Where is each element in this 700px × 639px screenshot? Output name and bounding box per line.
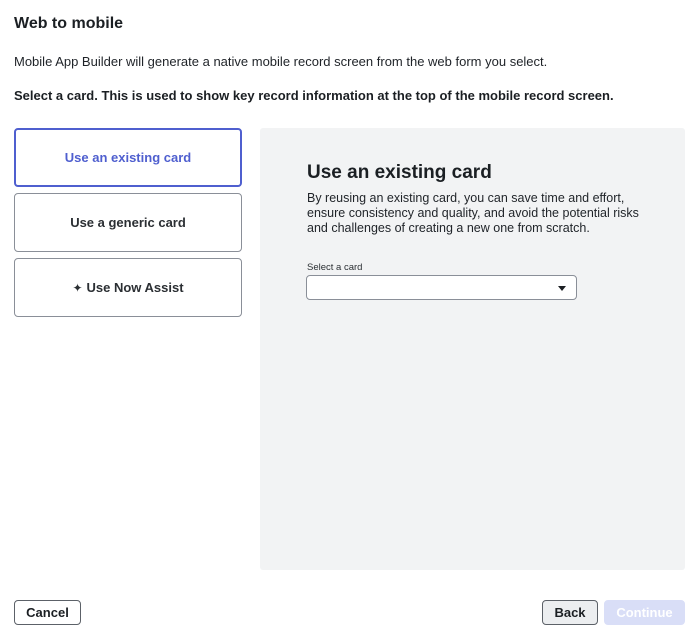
sparkle-icon: ✦ — [72, 280, 83, 295]
card-options-list: Use an existing card Use a generic card … — [14, 128, 242, 323]
instruction-text: Select a card. This is used to show key … — [14, 88, 614, 103]
back-button[interactable]: Back — [542, 600, 598, 625]
web-to-mobile-dialog: Web to mobile Mobile App Builder will ge… — [0, 0, 700, 639]
page-title: Web to mobile — [14, 15, 124, 32]
option-now-assist-label: Use Now Assist — [86, 280, 184, 295]
select-card-label: Select a card — [307, 262, 363, 273]
option-existing-card[interactable]: Use an existing card — [14, 128, 242, 187]
select-card-dropdown[interactable] — [306, 275, 577, 300]
continue-button[interactable]: Continue — [604, 600, 685, 625]
option-generic-card[interactable]: Use a generic card — [14, 193, 242, 252]
option-generic-card-label: Use a generic card — [70, 215, 186, 230]
cancel-button[interactable]: Cancel — [14, 600, 81, 625]
intro-text: Mobile App Builder will generate a nativ… — [14, 54, 548, 69]
panel-title: Use an existing card — [307, 162, 492, 183]
details-panel: Use an existing card By reusing an exist… — [260, 128, 685, 570]
caret-down-icon — [558, 286, 566, 291]
option-existing-card-label: Use an existing card — [64, 150, 192, 165]
panel-description: By reusing an existing card, you can sav… — [307, 191, 639, 235]
option-now-assist[interactable]: ✦ Use Now Assist — [14, 258, 242, 317]
